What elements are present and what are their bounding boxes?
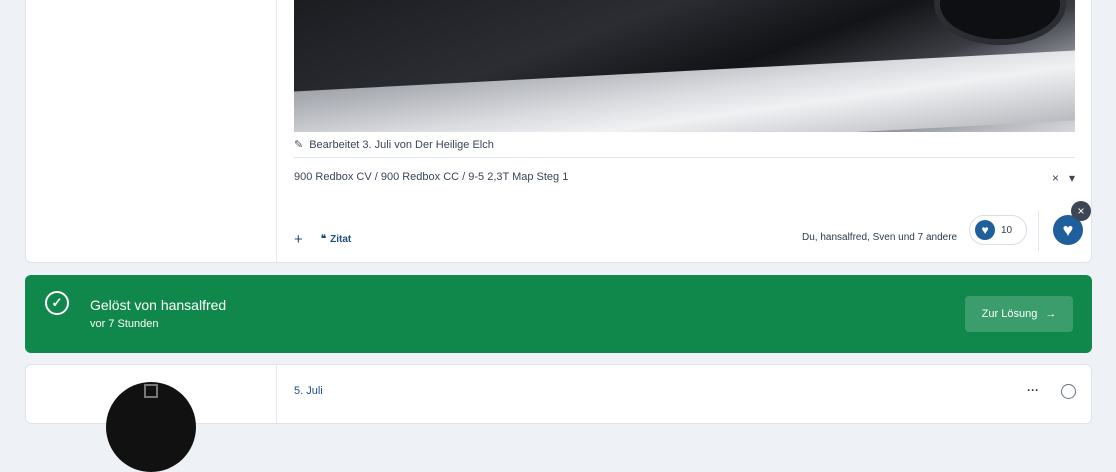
quote-icon: ❝ [320,234,327,245]
clear-icon[interactable]: × [1052,171,1059,185]
add-reaction-button[interactable]: + [294,231,303,248]
post-date[interactable]: 5. Juli [294,385,323,397]
remove-like-button[interactable]: × [1071,201,1091,221]
solution-banner: ✓ Gelöst von hansalfred vor 7 Stunden Zu… [25,275,1092,353]
like-count: 10 [1001,224,1013,236]
image-detail [294,49,1075,132]
tag-label: 900 Redbox CV / 900 Redbox CC / 9-5 2,3T… [294,171,569,183]
divider [1038,211,1039,251]
go-to-solution-label: Zur Lösung [981,308,1038,320]
quote-button[interactable]: ❝ Zitat [321,234,352,245]
avatar-detail [144,384,158,398]
quote-label: Zitat [330,234,352,245]
solution-title[interactable]: Gelöst von hansalfred [90,297,226,313]
post-author-column [26,0,277,262]
select-post-checkbox[interactable] [1061,384,1076,399]
like-count-button[interactable]: ♥ 10 [969,215,1027,245]
divider [294,157,1075,158]
image-detail [934,0,1066,45]
post-card: 5. Juli ··· [25,364,1092,472]
pencil-icon: ✎ [294,139,304,151]
solution-time: vor 7 Stunden [90,318,159,330]
arrow-right-icon: → [1045,308,1057,320]
go-to-solution-button[interactable]: Zur Lösung → [965,296,1073,332]
heart-icon: ♥ [1062,219,1074,240]
more-options-icon[interactable]: ··· [1027,383,1039,397]
post-card: ✎ Bearbeitet 3. Juli von Der Heilige Elc… [25,0,1092,263]
heart-icon: ♥ [975,220,995,240]
post-author-column [26,365,277,472]
post-image[interactable] [294,0,1075,132]
tag-controls: × ▾ [1052,171,1075,185]
avatar[interactable] [106,382,196,472]
tag-selector[interactable]: 900 Redbox CV / 900 Redbox CC / 9-5 2,3T… [294,171,1075,185]
likes-summary[interactable]: Du, hansalfred, Sven und 7 andere [802,232,957,243]
edit-note-text: Bearbeitet 3. Juli von Der Heilige Elch [309,138,494,151]
check-circle-icon: ✓ [45,291,69,315]
edit-note[interactable]: ✎ Bearbeitet 3. Juli von Der Heilige Elc… [294,138,494,152]
chevron-down-icon[interactable]: ▾ [1069,171,1075,185]
post-actions: + ❝ Zitat [294,231,351,248]
